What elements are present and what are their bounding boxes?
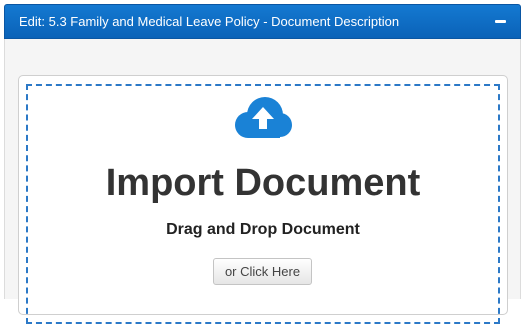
click-here-button[interactable]: or Click Here <box>213 258 312 285</box>
dialog-body: Import Document Drag and Drop Document o… <box>4 39 521 324</box>
drop-zone[interactable]: Import Document Drag and Drop Document o… <box>26 84 500 324</box>
dialog-header: Edit: 5.3 Family and Medical Leave Polic… <box>4 4 521 39</box>
dialog-title: Edit: 5.3 Family and Medical Leave Polic… <box>19 14 400 29</box>
cloud-upload-icon <box>235 97 292 138</box>
upload-card: Import Document Drag and Drop Document o… <box>18 75 508 324</box>
import-document-title: Import Document <box>105 162 421 204</box>
collapse-button[interactable] <box>495 16 506 27</box>
minus-icon <box>495 20 506 23</box>
drag-drop-text: Drag and Drop Document <box>166 221 360 238</box>
